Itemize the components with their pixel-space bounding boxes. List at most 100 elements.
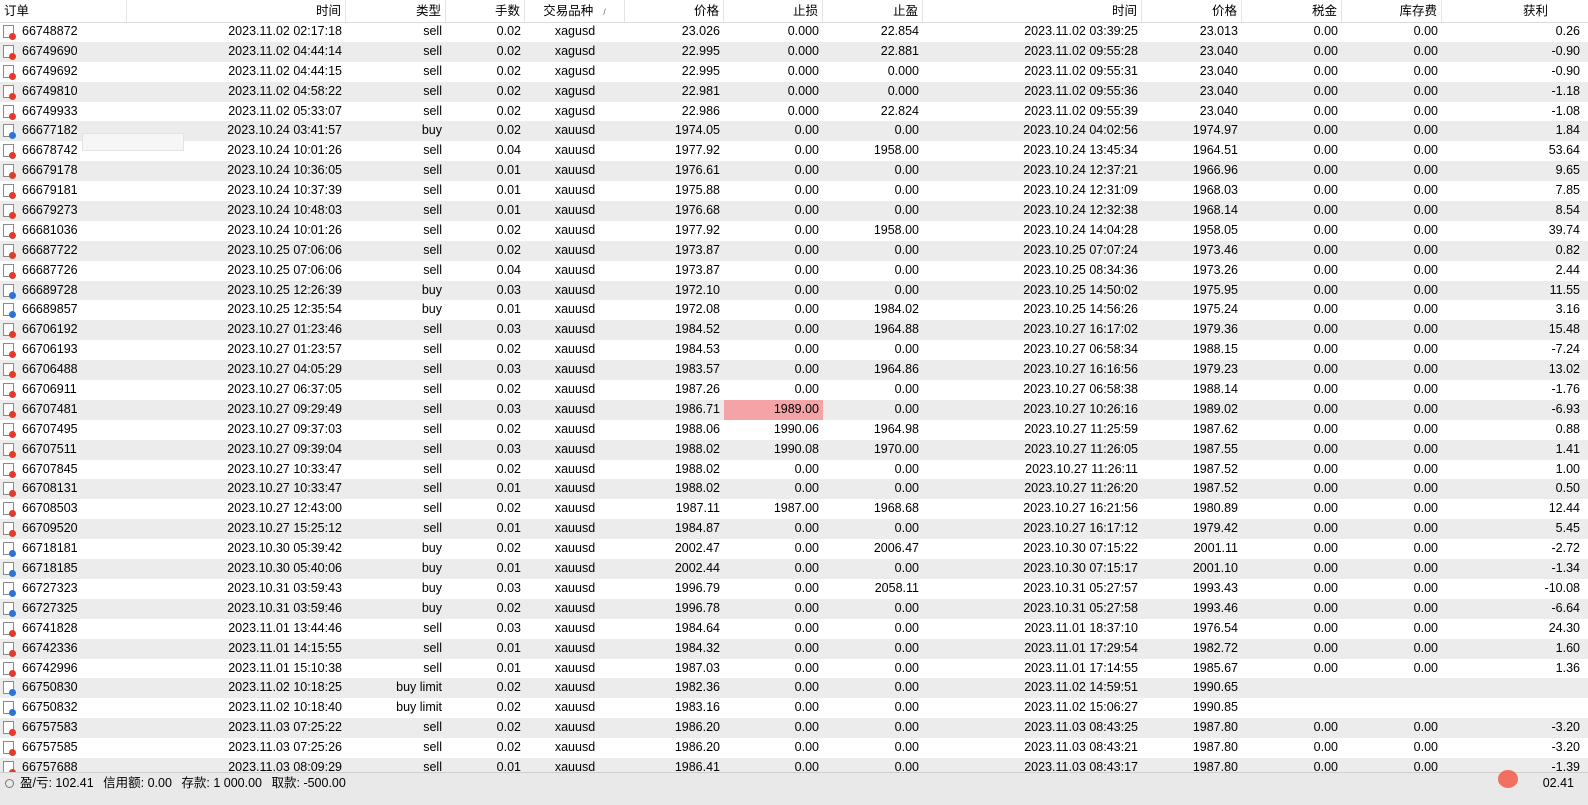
table-row[interactable]: 66727323 2023.10.31 03:59:43 buy 0.03 xauusd… [0, 579, 1588, 599]
stop-loss-cell: 1990.06 [773, 421, 819, 436]
table-row[interactable]: 66727325 2023.10.31 03:59:46 buy 0.02 xauusd… [0, 598, 1588, 619]
close-time-cell: 2023.10.25 14:50:02 [1023, 282, 1138, 297]
tax-cell: 0.00 [1313, 24, 1338, 38]
column-header-order[interactable]: 订单 [0, 0, 127, 22]
watermark-logo-icon [1498, 770, 1518, 788]
open-price-cell: 1986.71 [674, 401, 720, 416]
stop-loss-cell: 0.00 [794, 720, 819, 735]
buy-order-icon [3, 681, 16, 697]
order-id-cell: 66689728 [22, 282, 78, 297]
table-row[interactable]: 66748872 2023.11.02 02:17:18 sell 0.02 xagus… [0, 22, 1588, 42]
table-row[interactable]: 66742336 2023.11.01 14:15:55 sell 0.01 xauus… [0, 638, 1588, 659]
take-profit-cell: 1958.00 [873, 222, 919, 237]
tax-cell: 0.00 [1313, 163, 1338, 178]
column-header-profit[interactable]: 获利 [1442, 0, 1588, 22]
buy-order-icon [3, 601, 16, 617]
symbol-cell: xauusd [554, 461, 596, 476]
open-time-cell: 2023.10.24 10:48:03 [227, 203, 342, 218]
table-row[interactable]: 66742996 2023.11.01 15:10:38 sell 0.01 xauus… [0, 659, 1588, 679]
swap-cell: 0.00 [1413, 342, 1438, 357]
order-type-cell: sell [423, 143, 442, 158]
swap-cell: 0.00 [1413, 163, 1438, 178]
tax-cell: 0.00 [1313, 401, 1338, 416]
table-row[interactable]: 66681036 2023.10.24 10:01:26 sell 0.02 xauus… [0, 221, 1588, 241]
table-row[interactable]: 66718181 2023.10.30 05:39:42 buy 0.02 xauusd… [0, 539, 1588, 559]
table-row[interactable]: 66706488 2023.10.27 04:05:29 sell 0.03 xauus… [0, 360, 1588, 381]
table-row[interactable]: 66741828 2023.11.01 13:44:46 sell 0.03 xauus… [0, 619, 1588, 639]
take-profit-cell: 0.00 [894, 740, 919, 755]
column-header-symbol[interactable]: 交易品种 / [525, 0, 625, 22]
order-id-cell: 66707511 [22, 441, 77, 456]
table-row[interactable]: 66707511 2023.10.27 09:39:04 sell 0.03 xauus… [0, 439, 1588, 460]
take-profit-cell: 0.00 [894, 401, 919, 416]
table-row[interactable]: 66677182 2023.10.24 03:41:57 buy 0.02 xauusd… [0, 121, 1588, 142]
profit-cell: 53.64 [1548, 143, 1580, 158]
column-header-type[interactable]: 类型 [346, 0, 446, 22]
lots-cell: 0.02 [496, 382, 521, 397]
column-header-take-profit[interactable]: 止盈 [823, 0, 923, 22]
table-row[interactable]: 66687726 2023.10.25 07:06:06 sell 0.04 xauus… [0, 261, 1588, 281]
order-type-cell: sell [423, 163, 442, 178]
column-header-tax[interactable]: 税金 [1242, 0, 1342, 22]
order-type-cell: sell [423, 521, 442, 536]
table-row[interactable]: 66689728 2023.10.25 12:26:39 buy 0.03 xauusd… [0, 280, 1588, 301]
open-time-cell: 2023.11.03 07:25:22 [228, 720, 342, 735]
column-header-stop-loss[interactable]: 止损 [724, 0, 823, 22]
column-header-close-time[interactable]: 时间 [923, 0, 1142, 22]
tax-cell: 0.00 [1313, 63, 1338, 78]
close-price-cell: 1964.51 [1192, 143, 1238, 158]
table-row[interactable]: 66757583 2023.11.03 07:25:22 sell 0.02 xauus… [0, 718, 1588, 739]
table-row[interactable]: 66709520 2023.10.27 15:25:12 sell 0.01 xauus… [0, 519, 1588, 540]
tax-cell: 0.00 [1313, 282, 1338, 297]
take-profit-cell: 0.00 [894, 262, 919, 277]
table-row[interactable]: 66749810 2023.11.02 04:58:22 sell 0.02 xagus… [0, 81, 1588, 102]
take-profit-cell: 1958.00 [873, 143, 919, 158]
tax-cell: 0.00 [1313, 262, 1338, 277]
column-header-lots[interactable]: 手数 [446, 0, 525, 22]
tax-cell: 0.00 [1313, 660, 1338, 675]
table-row[interactable]: 66707481 2023.10.27 09:29:49 sell 0.03 xauus… [0, 399, 1588, 420]
table-row[interactable]: 66707495 2023.10.27 09:37:03 sell 0.02 xauus… [0, 420, 1588, 440]
profit-cell: 1.60 [1555, 640, 1580, 655]
order-type-cell: sell [423, 43, 442, 58]
profit-cell: -10.08 [1544, 580, 1580, 595]
table-row[interactable]: 66750830 2023.11.02 10:18:25 buy limit 0.02… [0, 678, 1588, 699]
table-row[interactable]: 66689857 2023.10.25 12:35:54 buy 0.01 xauusd… [0, 300, 1588, 320]
column-header-swap[interactable]: 库存费 [1342, 0, 1442, 22]
column-header-open-time[interactable]: 时间 [127, 0, 346, 22]
table-row[interactable]: 66679178 2023.10.24 10:36:05 sell 0.01 xauus… [0, 161, 1588, 182]
sell-order-icon [3, 25, 16, 40]
credit-summary: 信用额: 0.00 [103, 776, 172, 790]
table-row[interactable]: 66679181 2023.10.24 10:37:39 sell 0.01 xauus… [0, 181, 1588, 201]
column-header-open-price[interactable]: 价格 [625, 0, 724, 22]
table-row[interactable]: 66749692 2023.11.02 04:44:15 sell 0.02 xagus… [0, 62, 1588, 82]
take-profit-cell: 22.824 [880, 103, 919, 118]
table-row[interactable]: 66750832 2023.11.02 10:18:40 buy limit 0.02… [0, 698, 1588, 718]
table-row[interactable]: 66706911 2023.10.27 06:37:05 sell 0.02 xauus… [0, 380, 1588, 400]
table-row[interactable]: 66718185 2023.10.30 05:40:06 buy 0.01 xauusd… [0, 559, 1588, 579]
table-row[interactable]: 66749933 2023.11.02 05:33:07 sell 0.02 xagus… [0, 102, 1588, 122]
table-row[interactable]: 66708131 2023.10.27 10:33:47 sell 0.01 xauus… [0, 479, 1588, 500]
table-row[interactable]: 66757585 2023.11.03 07:25:26 sell 0.02 xauus… [0, 738, 1588, 758]
column-header-close-price[interactable]: 价格 [1142, 0, 1242, 22]
open-time-cell: 2023.10.27 09:37:03 [227, 421, 342, 436]
take-profit-cell: 0.00 [894, 660, 919, 675]
table-row[interactable]: 66678742 2023.10.24 10:01:26 sell 0.04 xauus… [0, 141, 1588, 161]
table-row[interactable]: 66687722 2023.10.25 07:06:06 sell 0.02 xauus… [0, 240, 1588, 261]
table-row[interactable]: 66749690 2023.11.02 04:44:14 sell 0.02 xagus… [0, 41, 1588, 62]
close-price-cell: 1973.46 [1192, 242, 1238, 257]
table-row[interactable]: 66707845 2023.10.27 10:33:47 sell 0.02 xauus… [0, 460, 1588, 480]
tax-cell: 0.00 [1313, 620, 1338, 635]
open-time-cell: 2023.10.25 12:26:39 [227, 282, 342, 297]
close-time-cell: 2023.10.24 12:31:09 [1023, 183, 1138, 198]
table-row[interactable]: 66708503 2023.10.27 12:43:00 sell 0.02 xauus… [0, 499, 1588, 519]
open-price-cell: 2002.44 [674, 561, 720, 576]
lots-cell: 0.01 [496, 481, 521, 496]
table-row[interactable]: 66679273 2023.10.24 10:48:03 sell 0.01 xauus… [0, 201, 1588, 221]
stop-loss-cell: 0.000 [787, 24, 819, 38]
table-row[interactable]: 66706192 2023.10.27 01:23:46 sell 0.03 xauus… [0, 320, 1588, 341]
swap-cell: 0.00 [1413, 123, 1438, 138]
close-time-cell: 2023.10.24 14:04:28 [1023, 222, 1138, 237]
table-row[interactable]: 66706193 2023.10.27 01:23:57 sell 0.02 xauus… [0, 340, 1588, 360]
profit-cell: -6.93 [1551, 401, 1581, 416]
